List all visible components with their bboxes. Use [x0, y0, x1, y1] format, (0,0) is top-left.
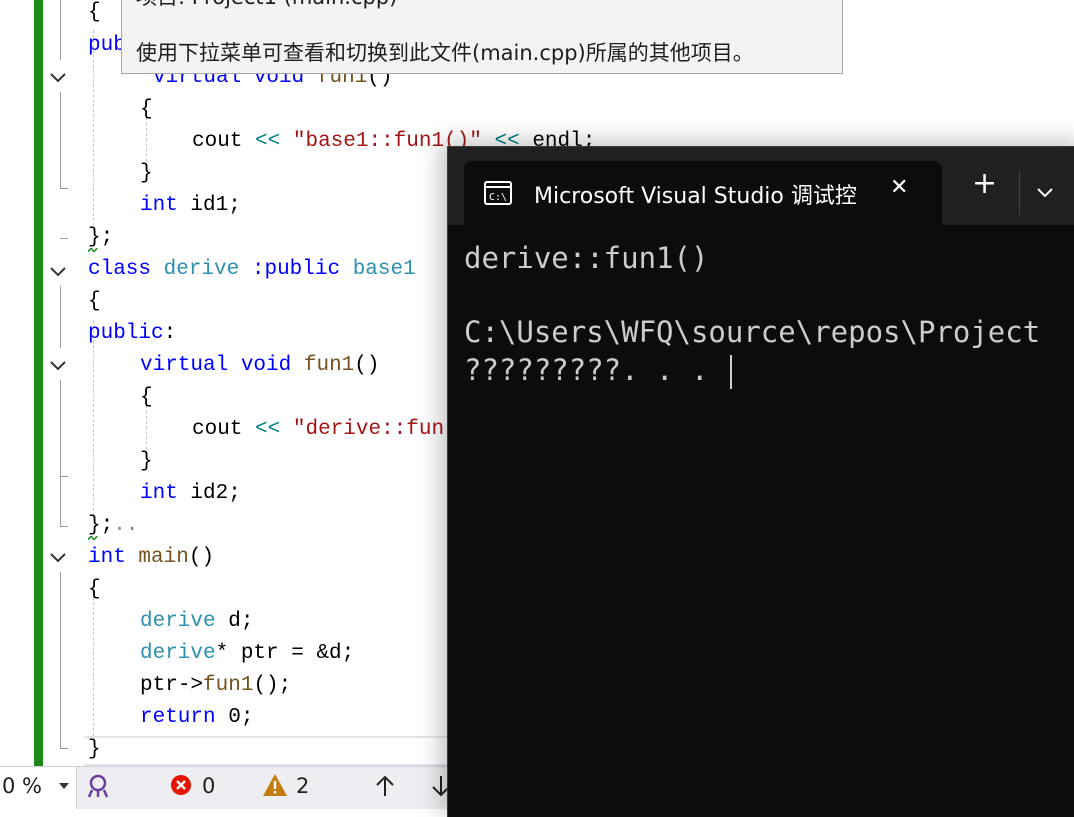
fold-line-end [60, 748, 68, 749]
code-line: } [88, 738, 101, 761]
debug-console-window[interactable]: C:\ Microsoft Visual Studio 调试控 ✕ + deri… [447, 146, 1074, 817]
terminal-tab[interactable]: C:\ Microsoft Visual Studio 调试控 ✕ [464, 161, 942, 225]
fold-line-end [60, 526, 68, 527]
code-line: return 0; [140, 706, 254, 729]
code-line: } [140, 162, 153, 185]
indent-guide [93, 592, 94, 736]
code-line: { [140, 386, 153, 409]
fold-line-end [60, 476, 68, 477]
current-line-highlight [84, 736, 464, 766]
error-icon [171, 775, 191, 795]
warning-squiggle [88, 536, 98, 540]
code-line: int main() [88, 546, 215, 569]
fold-line-end [60, 238, 68, 239]
error-count: 0 [202, 774, 216, 798]
code-line: virtual void fun1() [140, 354, 380, 377]
chevron-down-icon[interactable] [1036, 187, 1054, 199]
svg-text:C:\: C:\ [489, 192, 507, 203]
warning-squiggle [88, 248, 98, 252]
text-cursor [730, 355, 732, 389]
code-line: public: [88, 322, 177, 345]
errors-indicator[interactable]: 0 [170, 767, 230, 809]
code-line: { [88, 1, 101, 24]
code-line: { [88, 578, 101, 601]
tooltip-title: 项目: Project1 (main.cpp) [136, 0, 397, 11]
code-line: } [140, 450, 153, 473]
collapse-chevron-icon[interactable] [48, 356, 68, 376]
editor-status-bar: 0 % 0 2 [0, 766, 460, 809]
zoom-level: 0 % [2, 774, 42, 798]
tab-divider [1019, 171, 1020, 215]
arrow-up-icon[interactable] [374, 774, 396, 798]
code-line: { [88, 290, 101, 313]
terminal-output-line: C:\Users\WFQ\source\repos\Project [464, 315, 1041, 349]
console-app-icon: C:\ [484, 181, 512, 205]
warnings-indicator[interactable]: 2 [262, 767, 322, 809]
terminal-tab-title: Microsoft Visual Studio 调试控 [534, 184, 857, 209]
zoom-dropdown[interactable]: 0 % [0, 767, 77, 809]
intellicode-icon[interactable] [86, 773, 110, 799]
terminal-output-line: ?????????. . . [464, 353, 709, 387]
change-tracking-bar [34, 0, 43, 766]
code-line: derive d; [140, 610, 254, 633]
terminal-output-line: derive::fun1() [464, 241, 709, 275]
collapse-chevron-icon[interactable] [48, 68, 68, 88]
code-line: class derive :public base1 [88, 258, 416, 281]
chevron-down-icon [59, 783, 69, 789]
fold-line [60, 286, 61, 348]
fold-line-end [60, 188, 68, 189]
fold-line [60, 476, 61, 526]
collapse-chevron-icon[interactable] [48, 548, 68, 568]
code-line: derive* ptr = &d; [140, 642, 355, 665]
new-tab-icon[interactable]: + [972, 169, 997, 199]
close-tab-icon[interactable]: ✕ [890, 175, 908, 200]
fold-line [60, 380, 61, 476]
fold-line [60, 572, 61, 748]
project-tooltip: 项目: Project1 (main.cpp) 使用下拉菜单可查看和切换到此文件… [121, 0, 843, 74]
code-line: ptr->fun1(); [140, 674, 292, 697]
warning-icon [263, 774, 287, 796]
code-line: int id2; [140, 482, 241, 505]
warning-count: 2 [296, 774, 310, 798]
code-line: int id1; [140, 194, 241, 217]
collapse-chevron-icon[interactable] [48, 262, 68, 282]
tooltip-text: 使用下拉菜单可查看和切换到此文件(main.cpp)所属的其他项目。 [136, 41, 754, 65]
code-line: { [140, 98, 153, 121]
code-line: cout << "derive::fun [192, 418, 445, 441]
terminal-tab-strip: C:\ Microsoft Visual Studio 调试控 ✕ + [448, 147, 1074, 225]
